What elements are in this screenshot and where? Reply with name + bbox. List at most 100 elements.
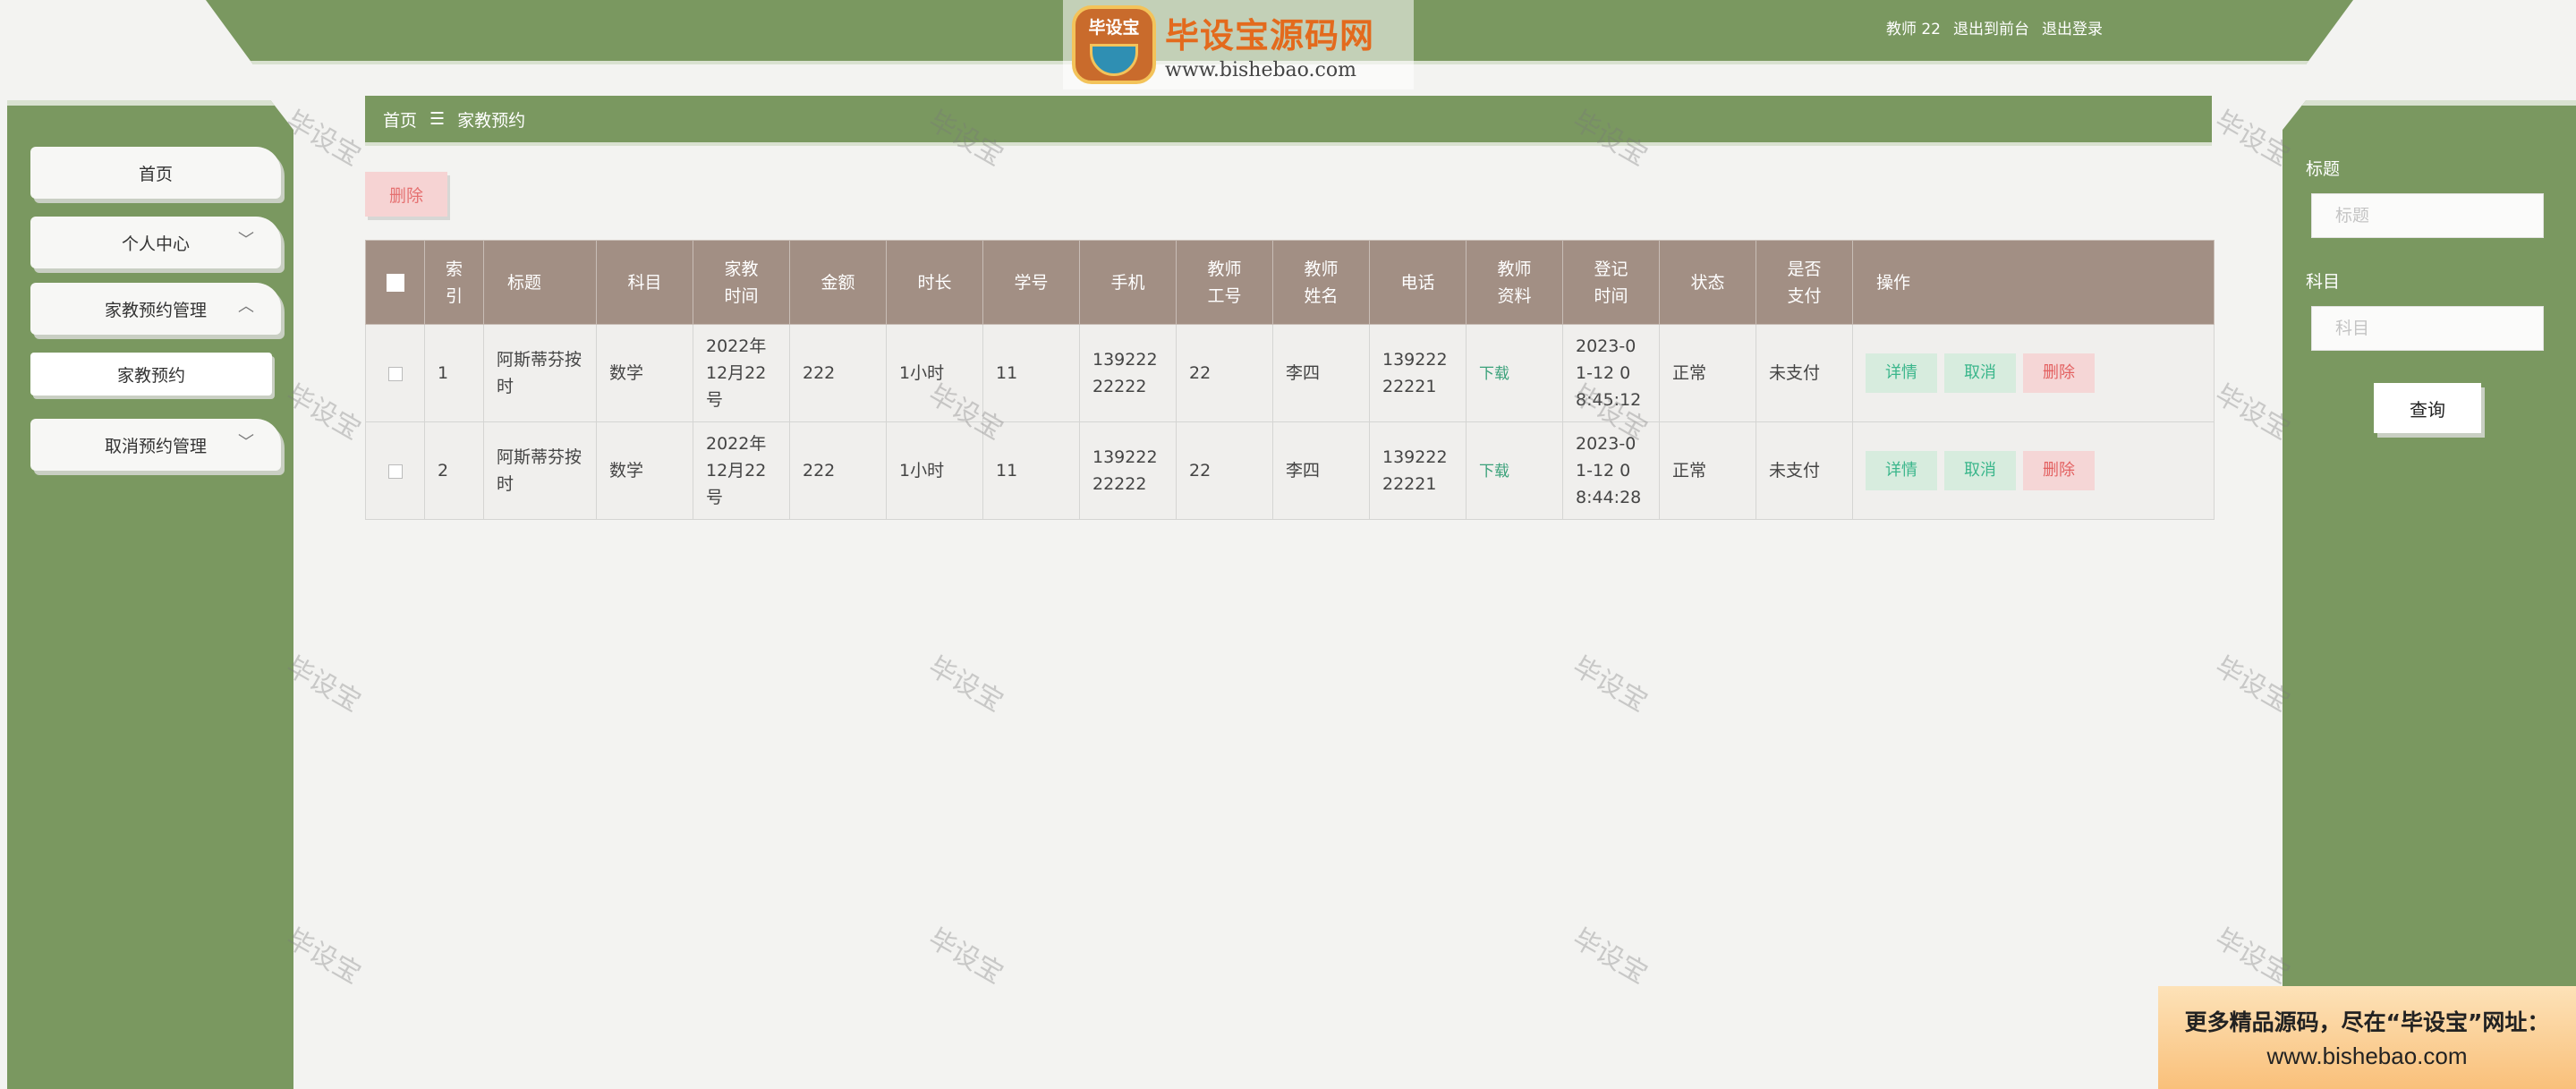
current-user-label: 教师 22 [1885,21,1941,38]
watermark-text: 毕设宝 [1567,651,1653,719]
cell-status: 正常 [1659,324,1756,422]
col-phone: 电话 [1369,240,1467,325]
menu-icon: ☰ [429,109,446,129]
cell-title: 阿斯蒂芬按时 [483,421,597,520]
row-checkbox[interactable] [387,464,403,479]
cell-paid: 未支付 [1756,421,1853,520]
cell-mobile: 13922222222 [1079,324,1177,422]
logout-link[interactable]: 退出登录 [2042,16,2103,38]
table-row: 1 阿斯蒂芬按时 数学 2022年12月22号 222 1小时 11 13922… [365,324,2215,422]
col-mobile: 手机 [1079,240,1177,325]
detail-button[interactable]: 详情 [1866,353,1937,393]
col-teacher-file: 教师 资料 [1466,240,1563,325]
cell-index: 2 [424,421,484,520]
promo-line-1: 更多精品源码，尽在“毕设宝”网址： [2184,1009,2550,1035]
breadcrumb: 首页 ☰ 家教预约 [365,96,2212,146]
table-row: 2 阿斯蒂芬按时 数学 2022年12月22号 222 1小时 11 13922… [365,421,2215,520]
back-to-front-link[interactable]: 退出到前台 [1953,16,2029,38]
chevron-down-icon: ﹀ [238,231,254,250]
cell-reg-time: 2023-01-12 08:45:12 [1562,324,1660,422]
select-all-cell [365,240,425,325]
col-status: 状态 [1659,240,1756,325]
sidebar: 首页 个人中心 ﹀ 家教预约管理 ︿ 家教预约 取消预约管理 ﹀ [7,100,293,1089]
cell-student-no: 11 [982,421,1080,520]
chevron-down-icon: ﹀ [238,433,254,452]
col-index: 索引 [424,240,484,325]
watermark-text: 毕设宝 [280,105,366,173]
promo-url: www.bishebao.com [2266,1042,2468,1069]
col-duration: 时长 [886,240,983,325]
sidebar-item-cancel-management[interactable]: 取消预约管理 ﹀ [30,419,281,471]
watermark-text: 毕设宝 [280,651,366,719]
watermark-text: 毕设宝 [922,651,1008,719]
watermark-text: 毕设宝 [280,923,366,991]
cell-mobile: 13922222222 [1079,421,1177,520]
cell-time: 2022年12月22号 [693,421,790,520]
col-teacher-name: 教师 姓名 [1272,240,1370,325]
select-all-checkbox[interactable] [386,274,404,292]
col-reg-time: 登记 时间 [1562,240,1660,325]
breadcrumb-home[interactable]: 首页 [383,107,417,132]
subject-filter-label: 科目 [2306,272,2341,292]
cell-subject: 数学 [596,421,693,520]
logo-badge-icon: 毕设宝 [1072,5,1156,84]
cell-duration: 1小时 [886,421,983,520]
header-user-area: 教师 22 退出到前台 退出登录 [1886,16,2103,38]
cell-index: 1 [424,324,484,422]
booking-table: 索引 标题 科目 家教 时间 金额 时长 学号 手机 教师 工号 教师 姓名 电话 教… [365,240,2215,520]
watermark-text: 毕设宝 [1567,923,1653,991]
cell-title: 阿斯蒂芬按时 [483,324,597,422]
col-student-no: 学号 [982,240,1080,325]
row-checkbox[interactable] [387,366,403,381]
cell-teacher-name: 李四 [1272,324,1370,422]
col-amount: 金额 [789,240,887,325]
logo-title: 毕设宝源码网 [1165,16,1375,55]
delete-button[interactable]: 删除 [2023,451,2095,490]
cell-actions: 详情 取消 删除 [1852,324,2215,422]
watermark-text: 毕设宝 [280,379,366,447]
watermark-text: 毕设宝 [922,923,1008,991]
sidebar-subitem-booking[interactable]: 家教预约 [30,353,272,396]
cell-subject: 数学 [596,324,693,422]
chevron-up-icon: ︿ [238,297,254,316]
site-logo: 毕设宝 毕设宝源码网 www.bishebao.com [1063,0,1414,89]
col-actions: 操作 [1852,240,2215,325]
cell-reg-time: 2023-01-12 08:44:28 [1562,421,1660,520]
cancel-button[interactable]: 取消 [1944,353,2016,393]
cell-teacher-no: 22 [1176,324,1273,422]
col-title: 标题 [483,240,597,325]
cell-phone: 13922222221 [1369,324,1467,422]
table-header-row: 索引 标题 科目 家教 时间 金额 时长 学号 手机 教师 工号 教师 姓名 电话 教… [365,240,2215,325]
col-time: 家教 时间 [693,240,790,325]
sidebar-item-booking-management[interactable]: 家教预约管理 ︿ [30,283,281,335]
breadcrumb-current: 家教预约 [457,110,526,131]
batch-delete-button[interactable]: 删除 [365,172,447,217]
subject-filter-input[interactable] [2311,306,2544,351]
cell-status: 正常 [1659,421,1756,520]
detail-button[interactable]: 详情 [1866,451,1937,490]
cell-duration: 1小时 [886,324,983,422]
col-subject: 科目 [596,240,693,325]
logo-url: www.bishebao.com [1165,59,1356,81]
download-link[interactable]: 下载 [1479,365,1509,383]
col-teacher-no: 教师 工号 [1176,240,1273,325]
cell-student-no: 11 [982,324,1080,422]
cell-time: 2022年12月22号 [693,324,790,422]
sidebar-item-home[interactable]: 首页 [30,147,281,199]
cell-teacher-name: 李四 [1272,421,1370,520]
promo-banner[interactable]: 更多精品源码，尽在“毕设宝”网址： www.bishebao.com [2158,986,2576,1089]
cancel-button[interactable]: 取消 [1944,451,2016,490]
cell-teacher-no: 22 [1176,421,1273,520]
sidebar-item-profile[interactable]: 个人中心 ﹀ [30,217,281,268]
cell-amount: 222 [789,324,887,422]
search-button[interactable]: 查询 [2374,383,2481,433]
delete-button[interactable]: 删除 [2023,353,2095,393]
cell-phone: 13922222221 [1369,421,1467,520]
title-filter-label: 标题 [2306,159,2341,179]
cell-amount: 222 [789,421,887,520]
cell-paid: 未支付 [1756,324,1853,422]
download-link[interactable]: 下载 [1479,463,1509,481]
col-paid: 是否 支付 [1756,240,1853,325]
title-filter-input[interactable] [2311,193,2544,238]
search-panel: 标题 科目 查询 [2283,100,2576,1089]
